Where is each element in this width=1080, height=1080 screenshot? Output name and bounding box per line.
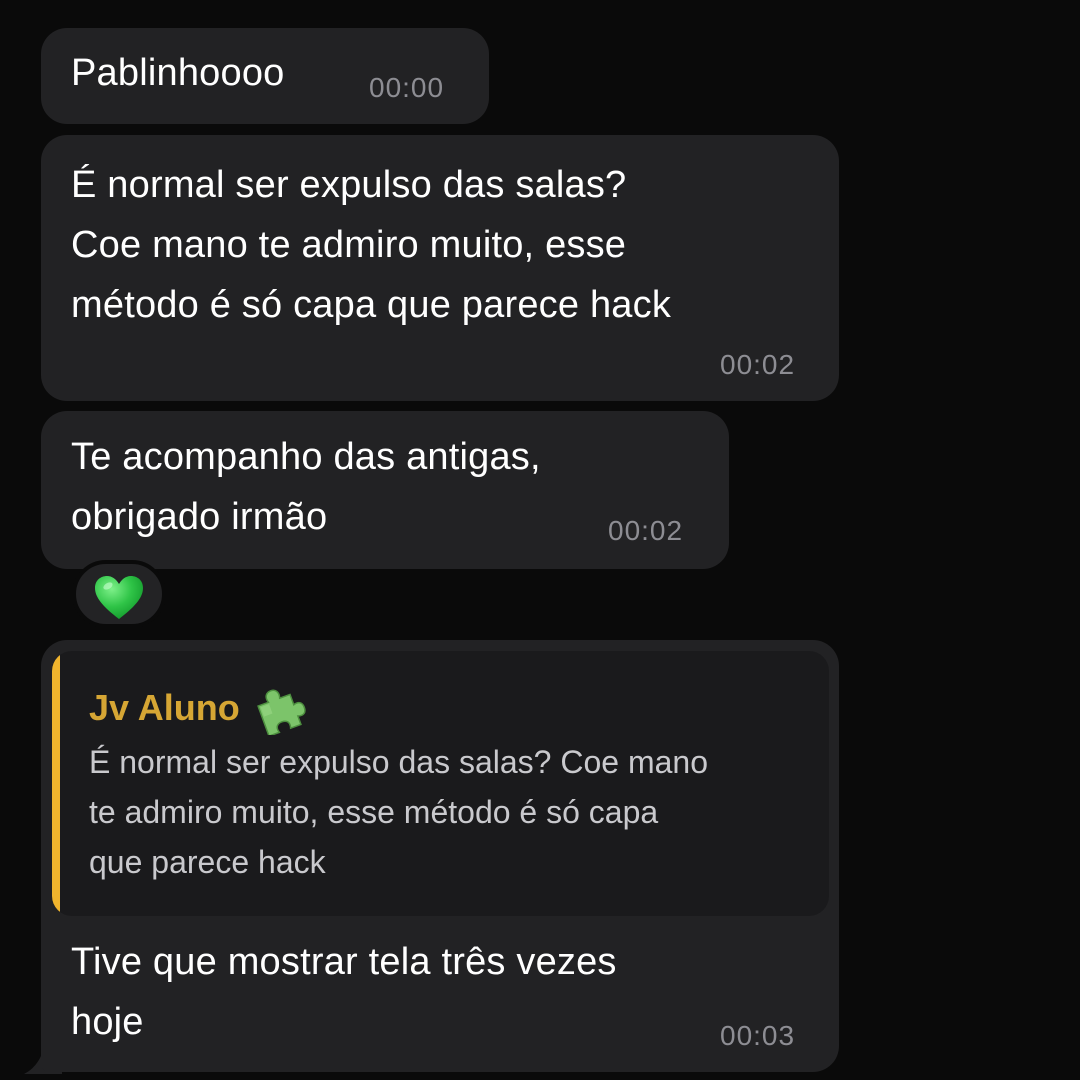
reply-sender: Jv Aluno (89, 681, 306, 735)
message-text: Te acompanho das antigas, obrigado irmão (71, 436, 541, 538)
reply-sender-name: Jv Aluno (89, 687, 240, 728)
message-time: 00:02 (608, 515, 684, 546)
green-heart-icon (95, 576, 143, 619)
quoted-reply[interactable]: Jv Aluno É normal ser expulso das salas?… (52, 651, 829, 916)
message-text: Tive que mostrar tela três vezes hoje (71, 941, 617, 1043)
message-bubble[interactable]: Jv Aluno É normal ser expulso das salas?… (41, 640, 839, 1072)
puzzle-piece-icon (256, 689, 306, 735)
reaction-badge[interactable] (72, 560, 166, 628)
message-time: 00:02 (720, 349, 796, 380)
message-time: 00:00 (369, 72, 445, 103)
message-text: Pablinhoooo (71, 52, 285, 94)
message-bubble[interactable]: Pablinhoooo 00:00 (41, 28, 489, 124)
message-bubble[interactable]: Te acompanho das antigas, obrigado irmão… (41, 411, 729, 569)
message-text: É normal ser expulso das salas? Coe mano… (71, 164, 672, 326)
reply-accent-bar (52, 651, 60, 916)
reply-text: É normal ser expulso das salas? Coe mano… (89, 744, 708, 880)
message-time: 00:03 (720, 1020, 796, 1051)
message-bubble[interactable]: É normal ser expulso das salas? Coe mano… (41, 135, 839, 401)
